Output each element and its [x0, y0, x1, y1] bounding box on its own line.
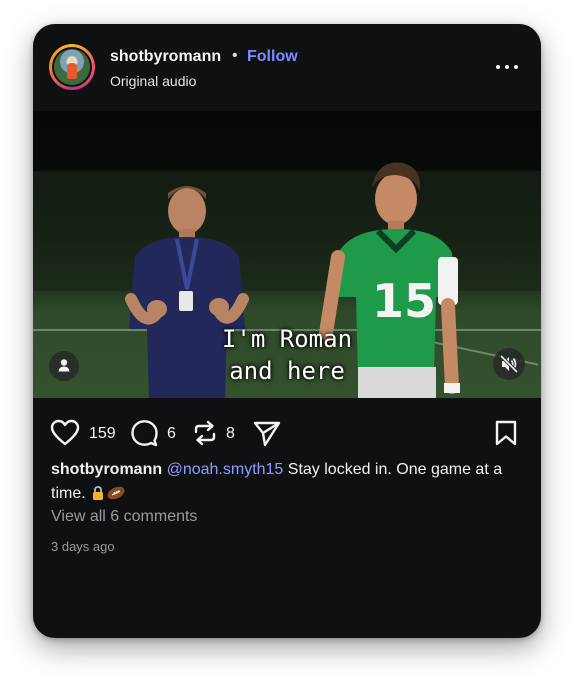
avatar[interactable]: [49, 44, 95, 90]
post-header: shotbyromann • Follow Original audio: [33, 24, 541, 111]
repost-icon[interactable]: [191, 419, 219, 447]
video-caption: I'm Roman and here: [33, 323, 541, 387]
more-options-icon[interactable]: [494, 60, 520, 74]
post-caption: shotbyromann @noah.smyth15 Stay locked i…: [51, 458, 526, 506]
share-icon[interactable]: [252, 419, 282, 447]
comment-count[interactable]: 6: [167, 425, 176, 443]
caption-line-2: and here: [229, 357, 345, 385]
post-video[interactable]: 15 I'm Roman and here: [33, 111, 541, 398]
caption-line-1: I'm Roman: [221, 325, 353, 353]
caption-username[interactable]: shotbyromann: [51, 461, 162, 478]
football-emoji-icon: [106, 484, 126, 500]
post-card: shotbyromann • Follow Original audio 15 …: [33, 24, 541, 638]
caption-mention[interactable]: @noah.smyth15: [167, 461, 284, 478]
bookmark-icon[interactable]: [493, 419, 519, 447]
tagged-users-button[interactable]: [49, 351, 79, 381]
like-count[interactable]: 159: [89, 425, 116, 443]
audio-label[interactable]: Original audio: [110, 73, 196, 89]
view-all-comments-link[interactable]: View all 6 comments: [51, 508, 197, 526]
repost-count[interactable]: 8: [226, 425, 235, 443]
username[interactable]: shotbyromann: [110, 48, 221, 66]
separator-dot: •: [232, 47, 238, 64]
heart-icon[interactable]: [50, 419, 80, 447]
comment-icon[interactable]: [130, 419, 159, 447]
svg-text:15: 15: [372, 274, 436, 328]
post-timestamp: 3 days ago: [51, 539, 115, 554]
action-bar: 159 6 8: [33, 416, 541, 450]
mute-button[interactable]: [493, 348, 525, 380]
lock-emoji-icon: [92, 484, 104, 500]
speaker-muted-icon: [499, 354, 519, 374]
person-icon: [58, 359, 70, 372]
follow-button[interactable]: Follow: [247, 48, 298, 66]
